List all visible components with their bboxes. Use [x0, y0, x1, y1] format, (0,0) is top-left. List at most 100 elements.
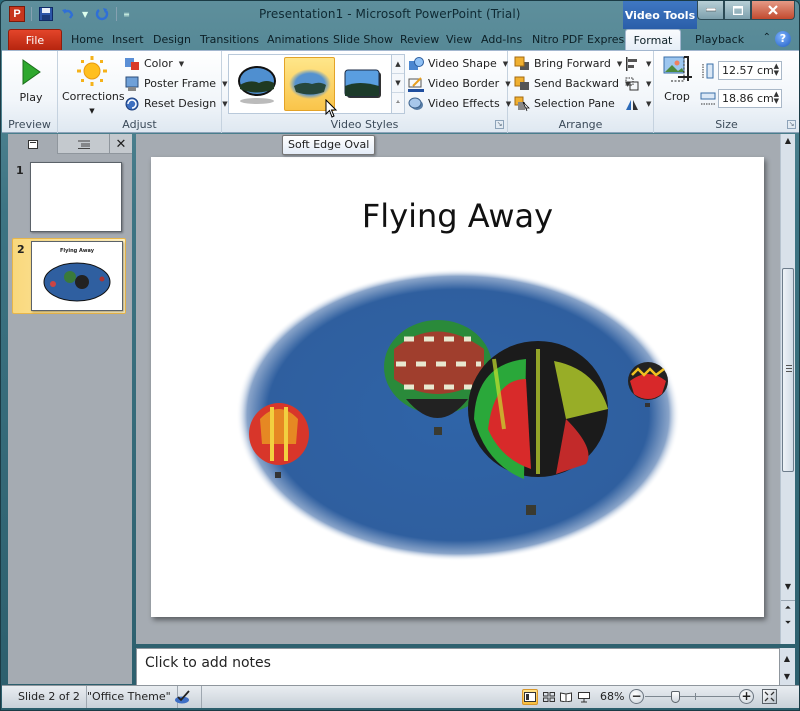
- gallery-item-beveled-oval[interactable]: [231, 57, 282, 111]
- height-spinner[interactable]: ▲ ▼: [774, 63, 779, 77]
- gallery-item-beveled-perspective[interactable]: [337, 57, 388, 111]
- vertical-scrollbar[interactable]: ▲ ▼ ⏶ ⏷: [780, 134, 795, 644]
- width-spinner[interactable]: ▲ ▼: [774, 91, 779, 105]
- video-effects-button[interactable]: Video Effects ▼: [408, 94, 511, 113]
- customize-qat-icon[interactable]: ≡: [123, 10, 130, 19]
- crop-button[interactable]: Crop: [660, 55, 694, 103]
- video-styles-dialog-launcher[interactable]: ↘: [495, 120, 504, 129]
- size-dialog-launcher[interactable]: ↘: [787, 120, 796, 129]
- selection-pane-button[interactable]: Selection Pane: [514, 94, 615, 113]
- previous-slide-button[interactable]: ⏶: [781, 600, 795, 614]
- fit-slide-to-window-button[interactable]: [762, 689, 777, 704]
- bring-forward-label: Bring Forward: [534, 57, 611, 70]
- next-slide-button[interactable]: ⏷: [781, 616, 795, 630]
- video-object[interactable]: [236, 269, 681, 561]
- align-icon: [624, 56, 640, 72]
- powerpoint-app-icon[interactable]: P: [9, 6, 25, 22]
- undo-icon[interactable]: [60, 6, 76, 22]
- tab-design[interactable]: Design: [149, 29, 195, 50]
- slide-thumbnail-image: Flying Away: [31, 241, 123, 311]
- theme-name[interactable]: "Office Theme": [81, 686, 178, 708]
- tab-view[interactable]: View: [442, 29, 476, 50]
- group-objects-button[interactable]: ▼: [624, 74, 651, 93]
- tab-animations[interactable]: Animations: [263, 29, 333, 50]
- scroll-thumb[interactable]: [782, 268, 794, 472]
- group-video-styles: ▲ ▼ ⩡ Video Shape ▼ Video Border ▼ Video E…: [222, 51, 511, 133]
- tab-playback[interactable]: Playback: [691, 29, 748, 50]
- play-button[interactable]: Play: [12, 55, 50, 104]
- quick-access-toolbar: P ▼ ≡: [9, 6, 130, 22]
- slide-title[interactable]: Flying Away: [151, 197, 764, 235]
- rotate-button[interactable]: ▼: [624, 94, 651, 113]
- notes-scrollbar[interactable]: ▲ ▼: [780, 648, 795, 686]
- shape-height-input[interactable]: 12.57 cm ▲ ▼: [718, 61, 782, 80]
- thumbnail-video-image: [43, 262, 111, 302]
- notes-placeholder[interactable]: Click to add notes: [145, 655, 271, 671]
- gallery-more-button[interactable]: ⩡: [392, 93, 404, 112]
- normal-view-button[interactable]: [522, 689, 538, 705]
- gallery-scroll-up-button[interactable]: ▲: [392, 55, 404, 74]
- poster-frame-button[interactable]: Poster Frame ▼: [124, 74, 227, 93]
- corrections-label: Corrections: [62, 90, 125, 103]
- bring-forward-button[interactable]: Bring Forward ▼: [514, 54, 622, 73]
- maximize-button[interactable]: [724, 1, 751, 20]
- scroll-down-button[interactable]: ▼: [781, 580, 795, 594]
- close-panel-button[interactable]: ✕: [110, 134, 132, 154]
- help-button[interactable]: ?: [775, 31, 791, 47]
- corrections-button[interactable]: Corrections ▼: [62, 55, 125, 116]
- send-backward-button[interactable]: Send Backward ▼: [514, 74, 630, 93]
- zoom-level[interactable]: 68%: [600, 686, 624, 708]
- scroll-up-button[interactable]: ▲: [781, 134, 795, 148]
- spell-check-button[interactable]: [168, 686, 202, 708]
- dropdown-arrow-icon: ▼: [616, 59, 623, 68]
- video-shape-button[interactable]: Video Shape ▼: [408, 54, 508, 73]
- notes-pane[interactable]: Click to add notes: [136, 648, 780, 686]
- scroll-grip-icon: [786, 365, 792, 373]
- slide-number: 2: [17, 243, 25, 256]
- reset-design-button[interactable]: Reset Design ▼: [124, 94, 228, 113]
- slide-thumbnail-image: [30, 162, 122, 232]
- slide-show-view-button[interactable]: [576, 689, 592, 705]
- color-label: Color: [144, 57, 173, 70]
- tab-home[interactable]: Home: [67, 29, 107, 50]
- slide-sorter-icon: [543, 692, 555, 702]
- slides-tab[interactable]: [8, 134, 58, 154]
- color-button[interactable]: Color ▼: [124, 54, 184, 73]
- crop-icon: [663, 56, 692, 82]
- slide-sorter-view-button[interactable]: [541, 689, 557, 705]
- tab-format[interactable]: Format: [625, 29, 681, 50]
- tab-add-ins[interactable]: Add-Ins: [477, 29, 526, 50]
- zoom-in-button[interactable]: +: [739, 689, 754, 704]
- tab-transitions[interactable]: Transitions: [196, 29, 263, 50]
- rotate-icon: [624, 96, 640, 112]
- align-button[interactable]: ▼: [624, 54, 651, 73]
- zoom-slider-track[interactable]: [645, 696, 739, 697]
- tab-slide-show[interactable]: Slide Show: [329, 29, 397, 50]
- qat-separator: [116, 7, 118, 21]
- save-icon[interactable]: [38, 6, 54, 22]
- reading-view-button[interactable]: [558, 689, 574, 705]
- minimize-ribbon-icon[interactable]: ⌃: [763, 32, 771, 43]
- tab-nitro-pdf-express[interactable]: Nitro PDF Express: [528, 29, 634, 50]
- slide-canvas[interactable]: Flying Away: [151, 157, 764, 617]
- undo-dropdown-icon[interactable]: ▼: [82, 10, 88, 19]
- zoom-out-button[interactable]: −: [629, 689, 644, 704]
- tab-review[interactable]: Review: [396, 29, 443, 50]
- notes-scroll-down-button[interactable]: ▼: [780, 670, 794, 684]
- tab-insert[interactable]: Insert: [108, 29, 148, 50]
- zoom-slider-thumb[interactable]: [671, 691, 680, 703]
- video-effects-label: Video Effects: [428, 97, 500, 110]
- minimize-button[interactable]: [697, 1, 724, 20]
- slide-thumbnail-2[interactable]: 2 Flying Away: [12, 238, 126, 314]
- gallery-scroll-down-button[interactable]: ▼: [392, 74, 404, 93]
- close-button[interactable]: [751, 1, 795, 20]
- bring-forward-icon: [514, 56, 530, 72]
- shape-width-input[interactable]: 18.86 cm ▲ ▼: [718, 89, 782, 108]
- tab-file[interactable]: File: [8, 29, 62, 50]
- redo-icon[interactable]: [94, 6, 110, 22]
- outline-tab[interactable]: [58, 134, 110, 154]
- video-border-button[interactable]: Video Border ▼: [408, 74, 511, 93]
- notes-scroll-up-button[interactable]: ▲: [780, 652, 794, 666]
- slide-thumbnail-1[interactable]: 1: [12, 160, 126, 236]
- group-size: Crop 12.57 cm ▲ ▼ 18.86 cm ▲ ▼ Size ↘: [654, 51, 799, 133]
